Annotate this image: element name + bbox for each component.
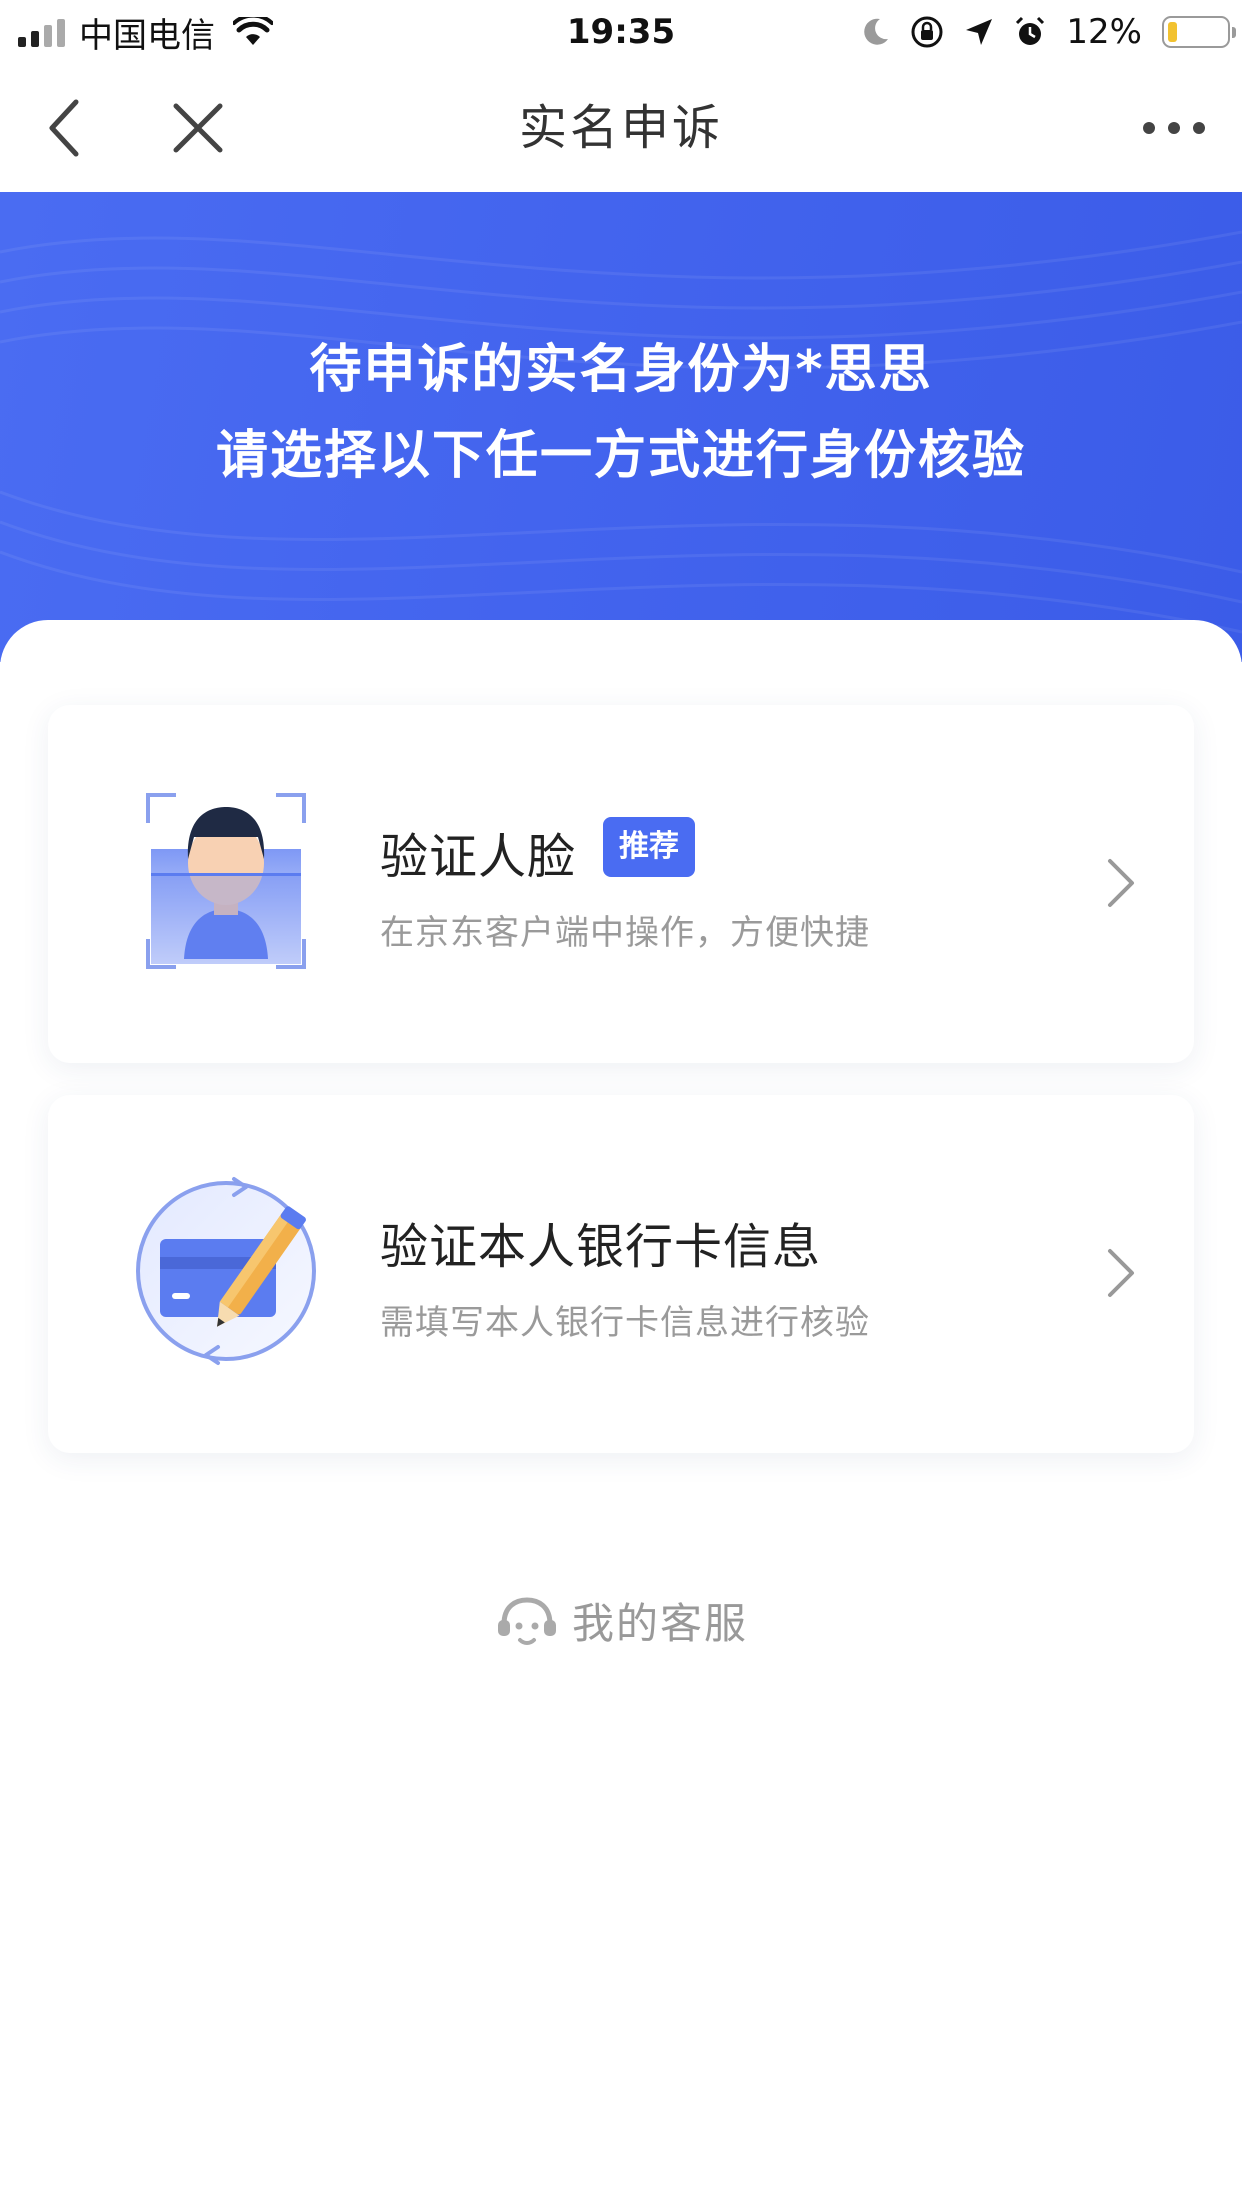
chevron-right-icon <box>1108 1249 1134 1297</box>
location-icon <box>966 19 993 45</box>
info-banner: 待申诉的实名身份为*思思 请选择以下任一方式进行身份核验 <box>0 192 1242 662</box>
customer-service-link[interactable]: 我的客服 <box>0 1590 1242 1651</box>
customer-service-label: 我的客服 <box>571 1599 748 1648</box>
chevron-right-icon <box>1108 859 1134 907</box>
face-verify-icon <box>146 793 306 969</box>
bank-card-verify-option[interactable]: 验证本人银行卡信息 需填写本人银行卡信息进行核验 <box>48 1095 1194 1453</box>
status-bar: 中国电信 19:35 12% <box>0 0 1242 64</box>
orientation-lock-icon <box>911 16 943 48</box>
more-button[interactable] <box>1132 94 1216 162</box>
battery-percent: 12% <box>1066 12 1142 52</box>
face-verify-option[interactable]: 验证人脸 推荐 在京东客户端中操作，方便快捷 <box>48 705 1194 1063</box>
bank-card-verify-description: 需填写本人银行卡信息进行核验 <box>380 1303 870 1343</box>
battery-level <box>1168 22 1177 42</box>
banner-instruction-line: 请选择以下任一方式进行身份核验 <box>215 426 1026 486</box>
more-icon <box>1143 122 1205 134</box>
page-title: 实名申诉 <box>518 100 723 156</box>
customer-service-icon <box>497 1596 556 1645</box>
bank-card-verify-title: 验证本人银行卡信息 <box>380 1219 822 1275</box>
face-verify-description: 在京东客户端中操作，方便快捷 <box>380 913 870 953</box>
moon-icon <box>864 18 889 45</box>
battery-icon <box>1162 16 1236 48</box>
nav-bar: 实名申诉 <box>0 64 1242 192</box>
face-verify-title: 验证人脸 <box>380 829 577 885</box>
bank-card-icon <box>136 1177 316 1365</box>
recommended-badge: 推荐 <box>603 817 695 877</box>
alarm-icon <box>1016 16 1045 45</box>
banner-identity-line: 待申诉的实名身份为*思思 <box>309 340 933 400</box>
